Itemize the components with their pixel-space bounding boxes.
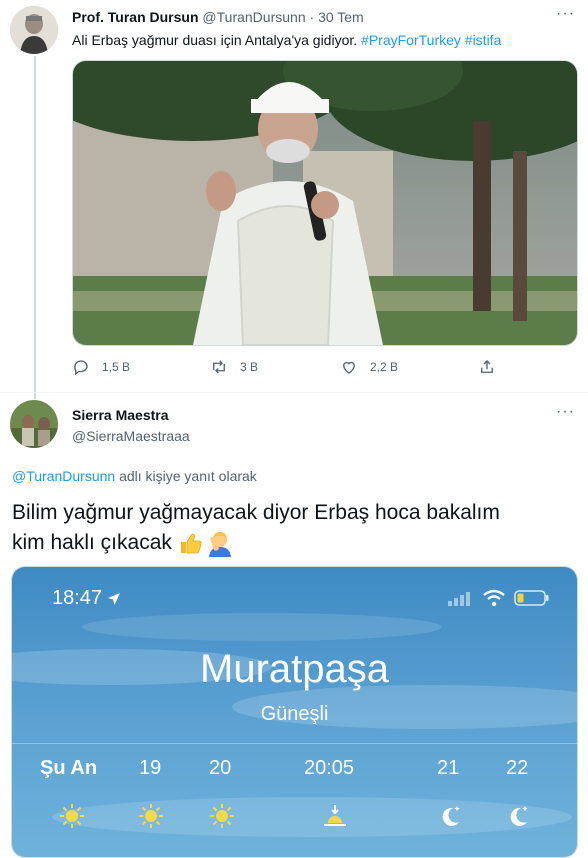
hashtag-istifa[interactable]: #istifa bbox=[465, 32, 502, 48]
battery-low-icon bbox=[514, 590, 549, 606]
reply-count: 1,5 B bbox=[102, 360, 131, 374]
more-icon[interactable]: ··· bbox=[556, 5, 575, 23]
replying-to-handle[interactable]: @TuranDursunn bbox=[12, 468, 115, 484]
photo-cleric-praying bbox=[73, 61, 577, 345]
reply-icon bbox=[74, 360, 88, 376]
retweet-count: 3 B bbox=[240, 360, 259, 374]
separator: · bbox=[309, 9, 315, 25]
hour-label-20: 20 bbox=[209, 757, 232, 779]
hour-label-22: 22 bbox=[506, 757, 529, 779]
share-icon bbox=[481, 360, 493, 373]
reply-context: @TuranDursunn adlı kişiye yanıt olarak bbox=[12, 468, 257, 484]
tweet-photo[interactable] bbox=[72, 60, 578, 346]
retweet-action[interactable]: 3 B bbox=[210, 358, 258, 376]
location-arrow-icon bbox=[108, 592, 121, 605]
tweet-text-body: Ali Erbaş yağmur duası için Antalya'ya g… bbox=[72, 32, 358, 48]
weather-city: Muratpaşa bbox=[200, 647, 389, 691]
heart-icon bbox=[343, 361, 355, 374]
moon-stars-icon bbox=[510, 806, 528, 826]
tweet-header: Prof. Turan Dursun @TuranDursunn · 30 Te… bbox=[72, 9, 542, 25]
tweet-text-line2: kim haklı çıkacak bbox=[12, 531, 172, 554]
wifi-icon bbox=[483, 589, 505, 607]
avatar-image bbox=[10, 6, 58, 54]
more-icon[interactable]: ··· bbox=[556, 403, 575, 421]
share-action[interactable] bbox=[478, 358, 508, 376]
sunset-icon bbox=[324, 805, 346, 826]
hour-label-2005: 20:05 bbox=[304, 757, 355, 779]
sun-icon bbox=[210, 804, 234, 828]
author-name[interactable]: Sierra Maestra bbox=[72, 407, 169, 423]
sun-icon bbox=[139, 804, 163, 828]
tweet-text-line1: Bilim yağmur yağmayacak diyor Erbaş hoca… bbox=[12, 501, 500, 524]
avatar[interactable] bbox=[10, 400, 58, 448]
author-handle[interactable]: @SierraMaestraaa bbox=[72, 428, 190, 444]
thread-connector bbox=[34, 56, 36, 399]
sun-icon bbox=[60, 804, 84, 828]
person-facepalming-emoji-icon bbox=[208, 532, 231, 557]
moon-stars-icon bbox=[442, 806, 460, 826]
author-name[interactable]: Prof. Turan Dursun bbox=[72, 9, 199, 25]
hour-label-now: Şu An bbox=[40, 757, 98, 779]
replying-to-label: adlı kişiye yanıt olarak bbox=[119, 468, 257, 484]
status-bar-time-wrap: 18:47 bbox=[52, 587, 121, 610]
hour-label-19: 19 bbox=[139, 757, 162, 779]
thumbs-up-emoji-icon bbox=[180, 533, 202, 554]
hour-label-21: 21 bbox=[437, 757, 460, 779]
tweet-text: Bilim yağmur yağmayacak diyor Erbaş hoca… bbox=[12, 498, 582, 558]
tweet-text: Ali Erbaş yağmur duası için Antalya'ya g… bbox=[72, 32, 572, 48]
like-action[interactable]: 2,2 B bbox=[340, 358, 398, 376]
status-bar-time: 18:47 bbox=[52, 587, 103, 609]
hashtag-prayforturkey[interactable]: #PrayForTurkey bbox=[361, 32, 461, 48]
tweet-date[interactable]: 30 Tem bbox=[318, 9, 364, 25]
avatar-image bbox=[10, 400, 58, 448]
weather-condition: Güneşli bbox=[260, 703, 329, 725]
tweet-photo[interactable]: 18:47 Muratpaşa Güneşli Şu An 19 20 20:0… bbox=[11, 566, 578, 858]
tweet-divider bbox=[0, 392, 588, 393]
status-bar-icons bbox=[448, 589, 550, 607]
signal-icon bbox=[448, 592, 470, 606]
reply-action[interactable]: 1,5 B bbox=[72, 358, 130, 376]
like-count: 2,2 B bbox=[370, 360, 399, 374]
avatar[interactable] bbox=[10, 6, 58, 54]
author-handle[interactable]: @TuranDursunn bbox=[202, 9, 305, 25]
retweet-icon bbox=[213, 360, 225, 374]
